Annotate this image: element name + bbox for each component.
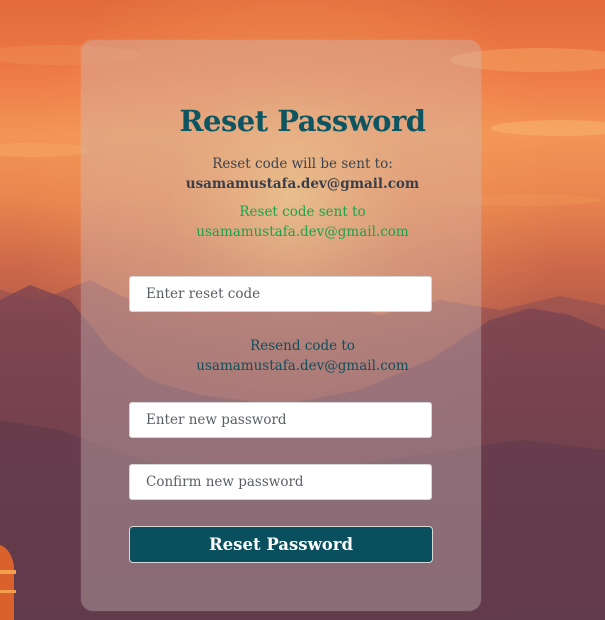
reset-password-button[interactable]: Reset Password xyxy=(129,526,433,563)
confirm-password-input[interactable] xyxy=(129,464,432,500)
destination-email: usamamustafa.dev@gmail.com xyxy=(185,176,420,192)
reset-code-input[interactable] xyxy=(129,276,432,312)
code-sent-label: Reset code sent to xyxy=(239,204,366,220)
resend-code-label[interactable]: Resend code to xyxy=(0,336,605,356)
resend-code-email[interactable]: usamamustafa.dev@gmail.com xyxy=(0,356,605,376)
destination-label: Reset code will be sent to: xyxy=(212,156,393,172)
code-sent-message: Reset code sent to usamamustafa.dev@gmai… xyxy=(0,202,605,242)
code-sent-email: usamamustafa.dev@gmail.com xyxy=(196,224,409,240)
reset-destination-info: Reset code will be sent to: usamamustafa… xyxy=(0,154,605,194)
page-title: Reset Password xyxy=(179,104,426,138)
resend-code-link[interactable]: Resend code to usamamustafa.dev@gmail.co… xyxy=(0,336,605,376)
new-password-input[interactable] xyxy=(129,402,432,438)
